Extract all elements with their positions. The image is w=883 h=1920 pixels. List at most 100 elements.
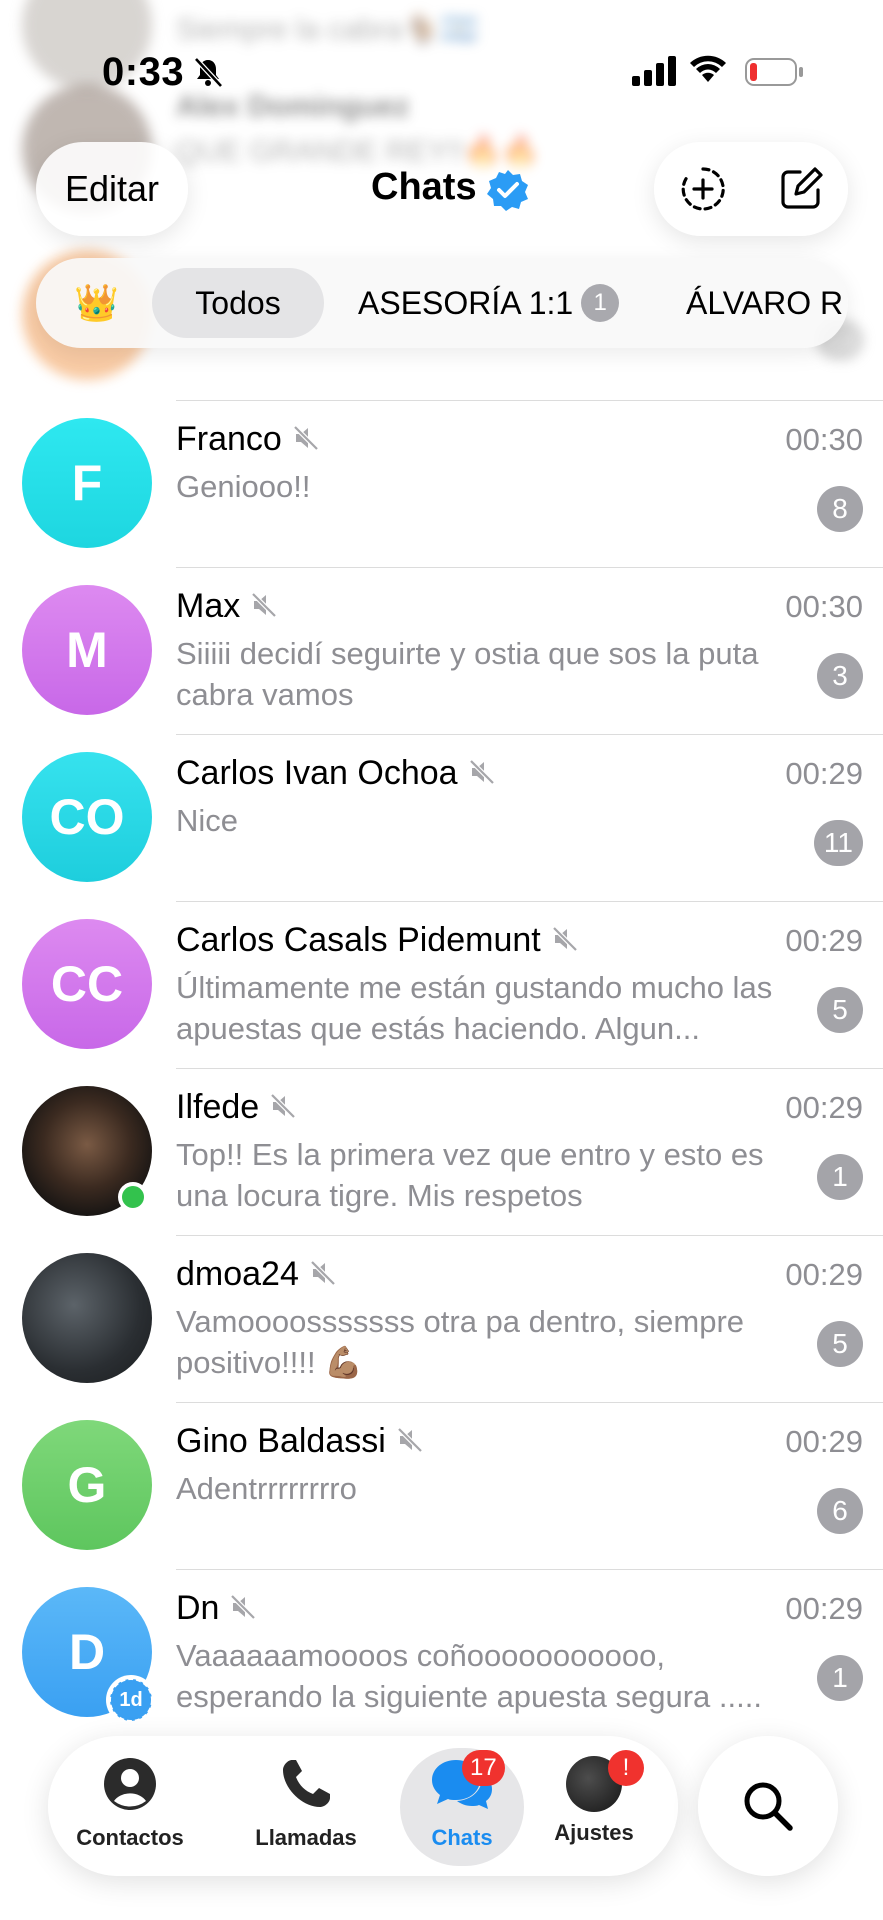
unread-badge: 5 [817,1321,863,1367]
search-icon [744,1782,793,1831]
tab-unread-count: 1 [581,283,620,322]
chat-row[interactable]: G Gino Baldassi 00:29 Adentrrrrrrrro 6 [0,1402,883,1569]
avatar[interactable]: M [22,585,152,715]
chat-time: 00:29 [785,1424,863,1459]
muted-icon [270,1093,296,1119]
unread-badge: 3 [817,653,863,699]
avatar[interactable]: CC [22,919,152,1049]
chat-row[interactable]: F Franco 00:30 Geniooo!! 8 [0,400,883,567]
chat-row[interactable]: dmoa24 00:29 Vamoooosssssss otra pa dentro… [0,1235,883,1402]
edit-button[interactable]: Editar [36,142,188,236]
chat-name-text: Ilfede [176,1088,260,1126]
chat-time: 00:30 [785,422,863,457]
avatar[interactable]: F [22,418,152,548]
chat-name-text: Max [176,587,241,625]
tab-label: Ajustes [554,1820,634,1845]
chat-name-text: Carlos Ivan Ochoa [176,754,458,792]
divider [176,1569,883,1570]
battery-low-icon [745,58,803,86]
person-circle-icon [104,1758,156,1810]
tab-todos[interactable]: Todos [152,268,324,338]
chat-preview: Geniooo!! [176,469,311,504]
chat-name: Franco [176,420,320,459]
wifi-icon [690,55,726,82]
chat-preview: Siiiii decidí seguirte y ostia que sos l… [176,636,759,712]
chat-preview: Adentrrrrrrrro [176,1471,357,1506]
unread-badge: 1 [817,1154,863,1200]
avatar[interactable]: CO [22,752,152,882]
divider [176,1235,883,1236]
muted-icon [552,926,578,952]
chat-time: 00:29 [785,1591,863,1626]
unread-badge: 11 [813,820,863,866]
chat-name: Carlos Ivan Ochoa [176,754,496,793]
chat-name-text: dmoa24 [176,1255,299,1293]
chat-row[interactable]: CO Carlos Ivan Ochoa 00:29 Nice 11 [0,734,883,901]
chat-preview: Vamoooosssssss otra pa dentro, siempre p… [176,1304,745,1380]
chat-time: 00:29 [785,1090,863,1125]
chat-name-text: Gino Baldassi [176,1422,386,1460]
chat-name: dmoa24 [176,1255,337,1294]
tab-alvaro[interactable]: ÁLVARO R [686,268,843,338]
chat-preview: Últimamente me están gustando mucho las … [176,970,773,1046]
chat-name-text: Dn [176,1589,220,1627]
chat-row[interactable]: D 1d Dn 00:29 Vaaaaaamoooos coñooooooooooo, … [0,1569,883,1736]
avatar[interactable]: G [22,1420,152,1550]
verified-badge-icon [487,170,528,211]
chat-preview: Top!! Es la primera vez que entro y esto… [176,1137,764,1213]
chat-row[interactable]: Ilfede 00:29 Top!! Es la primera vez que e… [0,1068,883,1235]
chat-name: Dn [176,1589,257,1628]
page-title: Chats [371,166,477,208]
chat-time: 00:29 [785,1257,863,1292]
muted-icon [469,759,495,785]
chat-name: Gino Baldassi [176,1422,424,1461]
bell-off-icon [194,57,223,88]
tab-chats[interactable]: 17 Chats [392,1750,532,1851]
divider [176,1068,883,1069]
online-indicator [118,1182,148,1212]
unread-badge: 8 [817,486,863,532]
unread-badge: 6 [817,1488,863,1534]
story-indicator: 1d [106,1675,156,1725]
alert-badge: ! [608,1750,644,1786]
chat-time: 00:29 [785,756,863,791]
chat-preview: Nice [176,803,239,838]
chat-row[interactable]: M Max 00:30 Siiiii decidí seguirte y ostia … [0,567,883,734]
divider [176,901,883,902]
tab-crown[interactable]: 👑 [74,268,119,338]
muted-icon [251,592,277,618]
phone-icon [283,1760,330,1807]
tab-ajustes[interactable]: ! Ajustes [524,1750,664,1846]
tab-llamadas[interactable]: Llamadas [236,1756,376,1851]
chat-name: Carlos Casals Pidemunt [176,921,579,960]
divider [176,1402,883,1403]
tab-label: Chats [431,1825,493,1850]
chat-time: 00:29 [785,923,863,958]
divider [176,567,883,568]
muted-icon [397,1427,423,1453]
header-actions [654,142,848,236]
story-age-label: 1d [119,1689,143,1711]
status-bar: 0:33 [0,0,883,120]
chat-row[interactable]: CC Carlos Casals Pidemunt 00:29 Últimamente… [0,901,883,1068]
status-time: 0:33 [102,50,185,94]
unread-badge: 1 [817,1655,863,1701]
chat-name-text: Carlos Casals Pidemunt [176,921,541,959]
muted-icon [310,1260,336,1286]
chat-time: 00:30 [785,589,863,624]
muted-icon [293,425,319,451]
chat-name: Ilfede [176,1088,297,1127]
unread-badge: 17 [462,1750,505,1786]
tab-label: ASESORÍA 1:1 [358,285,574,321]
tab-contactos[interactable]: Contactos [60,1756,200,1851]
avatar[interactable] [22,1253,152,1383]
tab-asesoria[interactable]: ASESORÍA 1:1 1 [358,268,620,338]
muted-icon [230,1594,257,1620]
search-button[interactable] [698,1736,838,1876]
chat-preview: Vaaaaaamoooos coñooooooooooo, esperando … [176,1638,762,1714]
bottom-tab-bar: Contactos Llamadas 17 Chats ! Ajustes [48,1736,678,1876]
divider [176,400,883,401]
new-story-icon[interactable] [680,166,726,212]
tab-label: Contactos [76,1825,184,1850]
compose-icon[interactable] [778,166,824,212]
